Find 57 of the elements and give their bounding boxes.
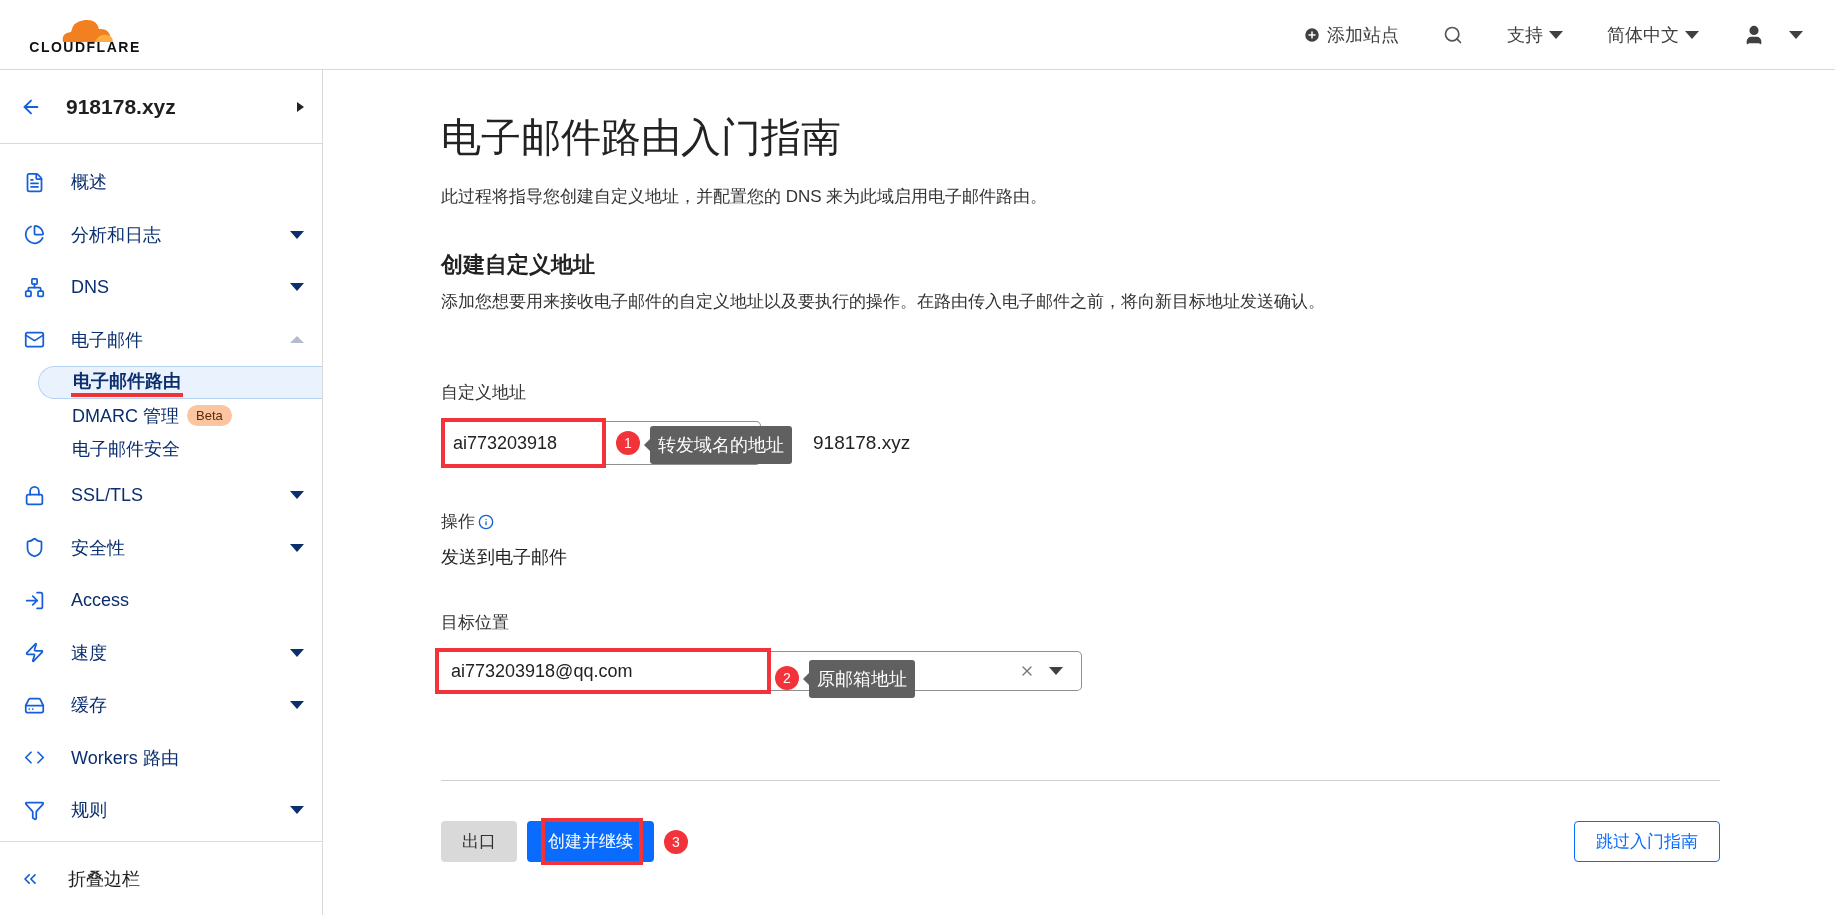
custom-address-field[interactable]: ai773203918 bbox=[441, 418, 606, 468]
sidebar-item[interactable]: 分析和日志 bbox=[0, 208, 322, 261]
nav-menu[interactable]: 简体中文 bbox=[1607, 22, 1699, 47]
nav-icon bbox=[24, 589, 45, 611]
annotation-tooltip: 转发域名的地址 bbox=[650, 426, 792, 464]
action-value: 发送到电子邮件 bbox=[441, 546, 568, 569]
annotation-tooltip: 原邮箱地址 bbox=[809, 660, 915, 698]
nav-icon bbox=[24, 642, 45, 664]
field-label: 操作 bbox=[441, 510, 1835, 533]
sidebar-item[interactable]: Access bbox=[0, 574, 322, 627]
pointer-icon bbox=[803, 673, 809, 685]
page-title: 电子邮件路由入门指南 bbox=[441, 114, 842, 161]
nav-icon bbox=[24, 224, 45, 246]
add-site-link[interactable]: 添加站点 bbox=[1303, 22, 1399, 47]
logo-text: CLOUDFLARE bbox=[29, 38, 141, 55]
sidebar-item[interactable]: Workers 路由 bbox=[0, 731, 322, 784]
sidebar-subitem[interactable]: 电子邮件路由 bbox=[38, 366, 322, 399]
sidebar-item[interactable]: DNS bbox=[0, 261, 322, 314]
sidebar-item[interactable]: 安全性 bbox=[0, 521, 322, 574]
nav-menu[interactable]: 支持 bbox=[1507, 22, 1563, 47]
field-label: 自定义地址 bbox=[441, 382, 527, 404]
domain-text: 918178.xyz bbox=[813, 432, 911, 454]
sidebar-item[interactable]: SSL/TLS bbox=[0, 469, 322, 522]
caret-icon bbox=[1685, 30, 1699, 39]
info-icon[interactable] bbox=[478, 513, 494, 530]
caret-icon bbox=[1789, 30, 1803, 39]
nav-icon bbox=[24, 276, 45, 298]
nav-icon bbox=[24, 484, 45, 506]
nav-icon bbox=[24, 799, 45, 821]
caret-icon bbox=[1549, 30, 1563, 39]
page-subtitle: 此过程将指导您创建自定义地址，并配置您的 DNS 来为此域启用电子邮件路由。 bbox=[441, 186, 1049, 208]
pointer-icon bbox=[644, 439, 650, 451]
action-button[interactable]: 出口 bbox=[441, 821, 517, 862]
sidebar-item[interactable]: 电子邮件 bbox=[0, 313, 322, 366]
nav-icon bbox=[24, 537, 45, 559]
sidebar-item[interactable]: 缓存 bbox=[0, 679, 322, 732]
sidebar-item[interactable]: 速度 bbox=[0, 626, 322, 679]
step-number: 2 bbox=[775, 666, 799, 690]
expand-arrow-icon[interactable] bbox=[297, 101, 304, 112]
sidebar-subitem[interactable]: 电子邮件安全 bbox=[38, 432, 322, 465]
step-number: 3 bbox=[664, 829, 688, 854]
plus-icon bbox=[1303, 25, 1321, 44]
field-label: 目标位置 bbox=[441, 612, 510, 634]
collapse-sidebar-button[interactable]: 折叠边栏 bbox=[0, 841, 322, 915]
site-name: 918178.xyz bbox=[66, 94, 177, 119]
section-description: 添加您想要用来接收电子邮件的自定义地址以及要执行的操作。在路由传入电子邮件之前，将向新目标地址发送确认。 bbox=[441, 291, 1326, 313]
sidebar-item[interactable]: 概述 bbox=[0, 156, 322, 209]
beta-badge: Beta bbox=[187, 405, 232, 426]
caret-icon bbox=[1049, 667, 1063, 675]
nav-icon bbox=[24, 171, 45, 193]
sidebar-item[interactable]: 规则 bbox=[0, 784, 322, 837]
destination-select[interactable]: ai773203918@qq.com bbox=[435, 648, 771, 694]
section-title: 创建自定义地址 bbox=[441, 251, 596, 279]
search-icon[interactable] bbox=[1443, 24, 1463, 45]
action-button[interactable]: 跳过入门指南 bbox=[1574, 821, 1720, 862]
step-number: 1 bbox=[616, 431, 640, 455]
sidebar-subitem[interactable]: DMARC 管理 Beta bbox=[38, 399, 322, 432]
